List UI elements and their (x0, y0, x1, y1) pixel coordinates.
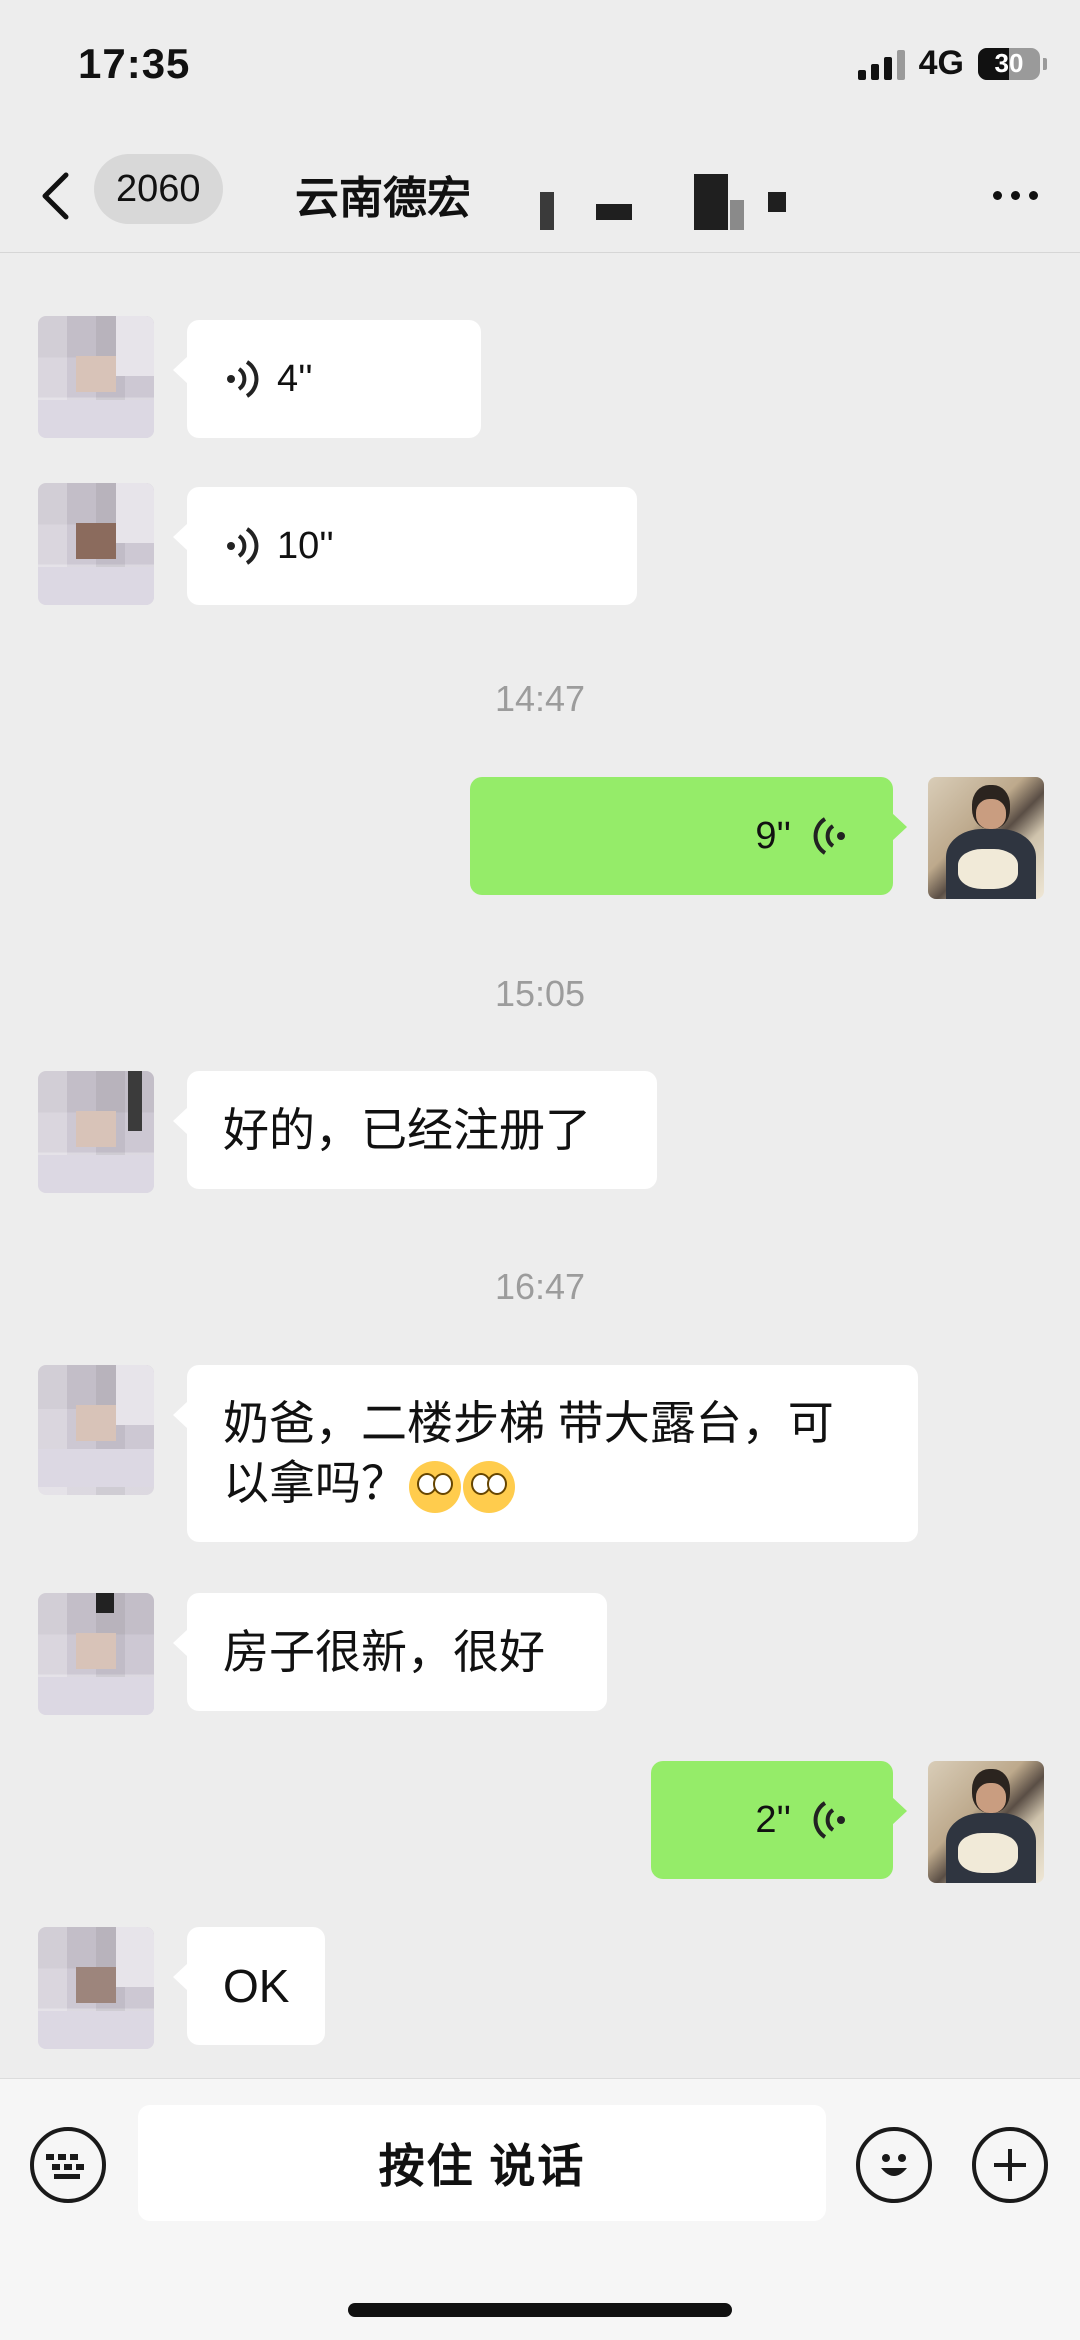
message-row: 好的，已经注册了 (0, 1071, 1080, 1201)
message-list[interactable]: 4'' 10'' 14:47 9'' 15:05 好的，已经注册了 16:47 (0, 253, 1080, 2078)
voice-message-bubble[interactable]: 2'' (651, 1761, 907, 1879)
contact-avatar[interactable] (38, 1365, 154, 1495)
emoji-button[interactable] (856, 2127, 932, 2203)
message-row: 2'' (0, 1761, 1080, 1891)
voice-message-bubble[interactable]: 9'' (470, 777, 907, 895)
voice-message-bubble[interactable]: 10'' (173, 487, 637, 605)
voice-wave-icon (225, 359, 259, 399)
message-row: 奶爸，二楼步梯 带大露台，可 以拿吗？ (0, 1365, 1080, 1545)
redacted-name-block (730, 200, 744, 230)
my-avatar[interactable] (928, 1761, 1044, 1883)
cellular-signal-icon (857, 48, 905, 80)
redacted-name-block (596, 204, 632, 220)
message-text: 好的，已经注册了 (223, 1104, 591, 1156)
message-text: 房子很新，很好 (223, 1626, 545, 1678)
battery-icon: 30 (978, 47, 1047, 80)
voice-duration: 2'' (755, 1799, 791, 1841)
voice-duration: 4'' (277, 358, 313, 400)
redacted-name-block (540, 192, 554, 230)
unread-count-badge[interactable]: 2060 (94, 154, 223, 224)
voice-wave-icon (813, 1800, 847, 1840)
voice-message-bubble[interactable]: 4'' (173, 320, 481, 438)
text-message-bubble[interactable]: 好的，已经注册了 (173, 1071, 657, 1189)
status-right: 4G 30 (857, 44, 1047, 83)
text-message-bubble[interactable]: OK (173, 1927, 325, 2045)
voice-wave-icon (813, 816, 847, 856)
my-avatar[interactable] (928, 777, 1044, 899)
text-message-bubble[interactable]: 奶爸，二楼步梯 带大露台，可 以拿吗？ (173, 1365, 918, 1542)
contact-avatar[interactable] (38, 483, 154, 605)
keyboard-toggle-button[interactable] (30, 2127, 106, 2203)
voice-wave-icon (225, 526, 259, 566)
battery-level: 30 (994, 48, 1024, 78)
input-bar: 按住 说话 (0, 2078, 1080, 2340)
hold-to-talk-button[interactable]: 按住 说话 (138, 2105, 826, 2221)
voice-duration: 10'' (277, 525, 334, 567)
keyboard-icon (46, 2154, 84, 2179)
network-type: 4G (918, 44, 964, 82)
message-text: OK (223, 1960, 290, 2012)
contact-avatar[interactable] (38, 1593, 154, 1715)
voice-duration: 9'' (755, 815, 791, 857)
flushed-face-emoji (409, 1460, 461, 1513)
timestamp: 15:05 (494, 973, 586, 1014)
redacted-name-block (694, 174, 728, 230)
more-dots-icon (992, 190, 1038, 200)
status-bar: 17:35 4G 30 (0, 0, 1080, 140)
redacted-name-block (768, 192, 786, 212)
chevron-left-icon (42, 172, 69, 220)
message-row: 4'' (0, 316, 1080, 446)
message-row: 10'' (0, 483, 1080, 613)
message-row: 房子很新，很好 (0, 1593, 1080, 1723)
message-text-line: 以拿吗？ (223, 1453, 882, 1513)
chat-title: 云南德宏 (295, 174, 471, 223)
plus-icon (994, 2149, 1026, 2181)
timestamp: 16:47 (494, 1266, 586, 1307)
status-time: 17:35 (78, 40, 191, 87)
contact-avatar[interactable] (38, 1071, 154, 1193)
message-row: OK (0, 1927, 1080, 2067)
home-indicator (348, 2303, 732, 2317)
more-functions-button[interactable] (972, 2127, 1048, 2203)
message-row: 9'' (0, 777, 1080, 907)
back-button[interactable] (40, 164, 90, 228)
contact-avatar[interactable] (38, 1927, 154, 2049)
timestamp: 14:47 (494, 678, 586, 719)
more-button[interactable] (980, 170, 1050, 220)
flushed-face-emoji (463, 1460, 515, 1513)
contact-avatar[interactable] (38, 316, 154, 438)
text-message-bubble[interactable]: 房子很新，很好 (173, 1593, 607, 1711)
message-text-line: 奶爸，二楼步梯 带大露台，可 (223, 1397, 834, 1449)
smiley-icon (881, 2154, 907, 2176)
chat-header: 2060 云南德宏 (0, 140, 1080, 253)
